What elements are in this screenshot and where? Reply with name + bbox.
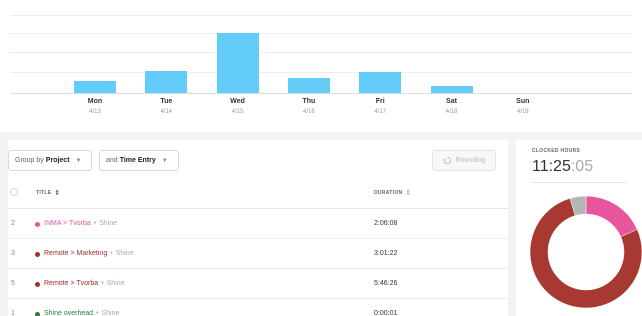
project-name: Remote > Tvorba [44, 280, 99, 287]
date-label: 4/16 [303, 109, 315, 115]
day-label: Fri [375, 98, 385, 105]
entry-count: 2 [11, 220, 15, 227]
entry-count: 5 [11, 280, 15, 287]
table-row[interactable]: 1 Shine overhead • Shine 0:00:01 [8, 300, 508, 316]
sub-group-dropdown[interactable]: and Time Entry ▼ [99, 150, 179, 171]
clocked-hours-panel: CLOCKED HOURS 11:25:05 [516, 140, 642, 316]
rounding-label: Rounding [455, 157, 486, 164]
chevron-down-icon: ▼ [161, 157, 168, 164]
separator: • [110, 250, 113, 257]
duration-value: 5:46:26 [374, 280, 398, 287]
project-donut-chart [530, 196, 642, 308]
client-name: Shine [115, 250, 134, 257]
bar-tue[interactable] [145, 71, 188, 93]
bar-wed[interactable] [216, 32, 259, 93]
date-label: 4/13 [89, 109, 101, 115]
client-name: Shine [101, 310, 120, 316]
date-label: 4/14 [160, 109, 173, 115]
project-title: Remote > Marketing • Shine [44, 250, 134, 257]
gridline [10, 52, 632, 53]
header-divider [8, 208, 508, 209]
project-title: Remote > Tvorba • Shine [44, 280, 125, 287]
sub-group-value: Time Entry [119, 157, 156, 164]
date-label: 4/19 [516, 109, 529, 115]
project-color-dot [35, 282, 40, 287]
title-header-label: TITLE [36, 190, 52, 196]
rounding-icon [442, 156, 451, 165]
project-title: Shine overhead • Shine [44, 310, 119, 316]
duration-column-header[interactable]: DURATION ⇕ [374, 189, 412, 197]
sort-icon: ⇕ [54, 190, 61, 197]
day-label: Tue [160, 98, 173, 105]
clocked-hours-label: CLOCKED HOURS [532, 148, 581, 154]
table-row[interactable]: 5 Remote > Tvorba • Shine 5:46:26 [8, 270, 508, 299]
project-title: INMA > Tvorba • Shine [44, 220, 117, 227]
date-label: 4/15 [231, 109, 244, 115]
bar-mon[interactable] [74, 81, 116, 93]
project-color-dot [35, 222, 40, 227]
title-column-header[interactable]: TITLE ⇕ [36, 189, 61, 197]
separator: • [101, 280, 104, 287]
gridline [10, 72, 632, 73]
group-by-dropdown[interactable]: Group by Project ▼ [8, 150, 92, 171]
day-label: Sun [516, 98, 530, 105]
time-entries-panel: Group by Project ▼ and Time Entry ▼ Roun… [8, 140, 508, 316]
weekly-chart: Mon 4/13 Tue 4/14 Wed 4/15 Thu 4/16 Fri 4/17 Sat 4/… [0, 0, 642, 132]
date-label: 4/17 [374, 109, 387, 115]
separator: • [93, 220, 97, 227]
day-label: Wed [230, 98, 245, 105]
day-label: Sat [446, 98, 457, 105]
sub-group-prefix: and [106, 157, 118, 164]
project-color-dot [35, 312, 40, 316]
clocked-hours-hm: 11:25 [532, 158, 571, 175]
rounding-button[interactable]: Rounding [432, 150, 496, 171]
entry-count: 3 [11, 250, 15, 257]
day-label: Thu [302, 98, 316, 105]
project-name: INMA > Tvorba [44, 220, 91, 227]
separator: • [96, 310, 99, 316]
gridline [10, 15, 632, 16]
divider [532, 182, 626, 183]
chart-baseline [10, 93, 632, 94]
duration-value: 3:01:22 [374, 250, 398, 257]
duration-value: 0:00:01 [374, 310, 398, 316]
clocked-hours-seconds: :05 [570, 158, 594, 175]
sort-icon: ⇕ [405, 190, 412, 197]
table-row[interactable]: 3 Remote > Marketing • Shine 3:01:22 [8, 240, 508, 269]
bar-sat[interactable] [430, 86, 473, 93]
project-name: Shine overhead [44, 310, 94, 316]
clocked-hours-value: 11:25:05 [532, 158, 593, 176]
donut-segment[interactable] [585, 196, 638, 238]
gridline [10, 33, 632, 34]
entry-count: 1 [11, 310, 15, 316]
project-color-dot [35, 252, 40, 257]
chevron-down-icon: ▼ [75, 157, 82, 164]
select-all-checkbox[interactable] [10, 188, 18, 196]
group-by-value: Project [45, 157, 70, 164]
day-label: Mon [87, 98, 103, 105]
group-by-prefix: Group by [15, 157, 44, 164]
date-label: 4/18 [445, 109, 458, 115]
project-name: Remote > Marketing [44, 250, 108, 257]
client-name: Shine [106, 280, 125, 287]
bar-fri[interactable] [359, 71, 402, 93]
client-name: Shine [99, 220, 118, 227]
table-row[interactable]: 2 INMA > Tvorba • Shine 2:06:08 [8, 210, 508, 239]
duration-value: 2:06:08 [374, 220, 398, 227]
duration-header-label: DURATION [374, 190, 403, 196]
bar-thu[interactable] [287, 77, 330, 93]
